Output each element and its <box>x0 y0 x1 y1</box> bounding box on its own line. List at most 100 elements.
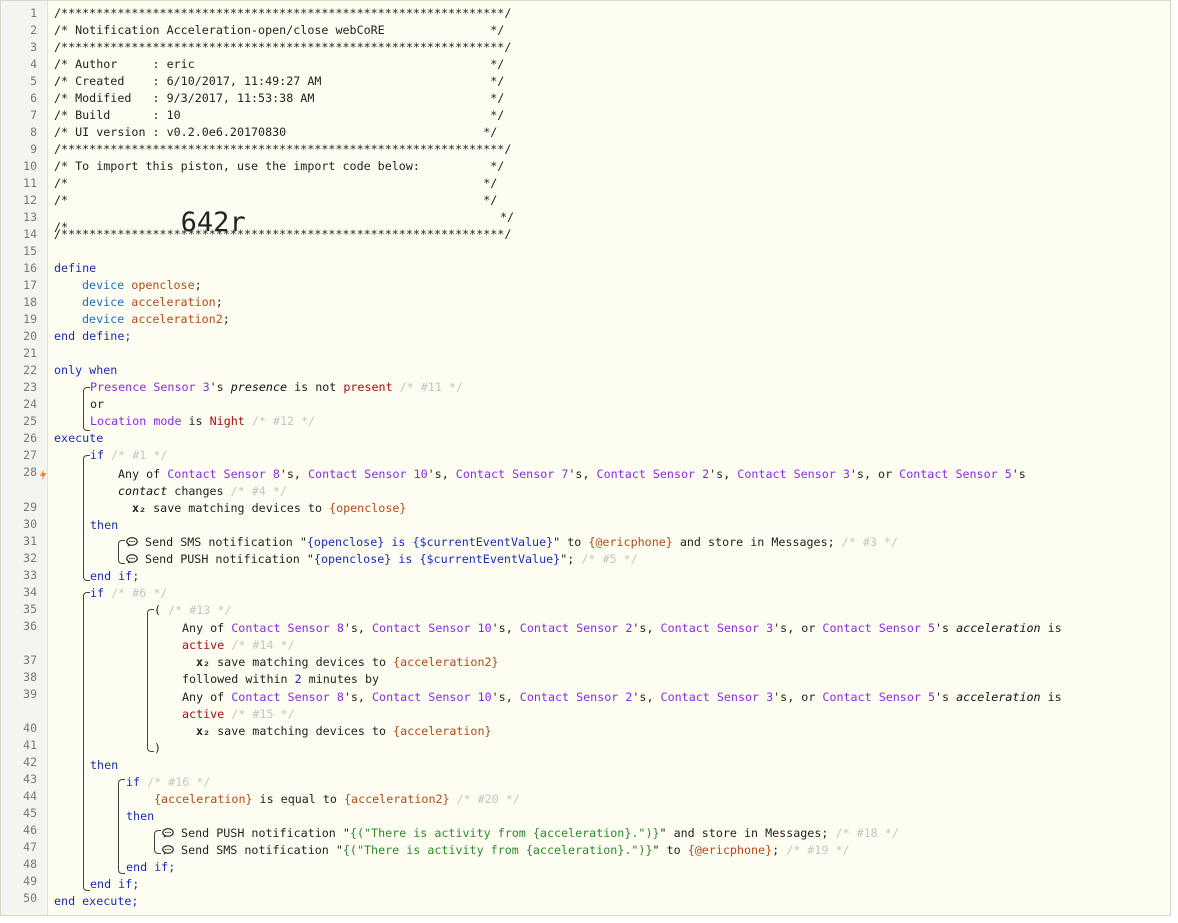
device-name[interactable]: Contact Sensor 8 <box>231 690 344 704</box>
save-matching-line: x₂ save matching devices to {acceleratio… <box>196 655 499 669</box>
task-line[interactable]: Send SMS notification "{("There is activ… <box>162 842 850 859</box>
line-number: 36 <box>23 619 37 633</box>
variable[interactable]: {acceleration2} <box>344 792 450 806</box>
device-name[interactable]: Contact Sensor 5 <box>822 621 935 635</box>
if-bracket <box>83 455 90 581</box>
code-line: device openclose; <box>82 278 202 292</box>
then-statements-bracket <box>154 830 161 854</box>
device-name[interactable]: Contact Sensor 7 <box>456 467 569 481</box>
device-name[interactable]: Contact Sensor 5 <box>899 467 1012 481</box>
author-line: /* Author : eric */ <box>54 57 505 71</box>
line-number: 9 <box>30 142 37 156</box>
code-line: /* Modified : 9/3/2017, 11:53:38 AM */ <box>54 90 504 107</box>
line-number: 16 <box>23 261 37 275</box>
line-number: 39 <box>23 687 37 701</box>
device-name[interactable]: Contact Sensor 10 <box>372 621 492 635</box>
device-name[interactable]: Contact Sensor 3 <box>737 467 850 481</box>
task-line[interactable]: Send PUSH notification "{openclose} is {… <box>126 551 638 568</box>
device-keyword: device <box>82 278 125 292</box>
then-keyword: then <box>90 518 119 532</box>
variable[interactable]: {acceleration2} <box>393 655 499 669</box>
condition-line[interactable]: Any of Contact Sensor 8's, Contact Senso… <box>182 689 1062 706</box>
restriction-condition[interactable]: Location mode is Night /* #12 */ <box>90 413 315 430</box>
trigger-condition-cont: contact changes /* #4 */ <box>118 484 287 498</box>
code-line: /* Author : eric */ <box>54 56 504 73</box>
then-keyword: then <box>126 809 155 823</box>
group-open[interactable]: ( /* #13 */ <box>154 602 231 619</box>
line-number: 11 <box>23 176 37 190</box>
device-name[interactable]: Contact Sensor 3 <box>661 690 774 704</box>
then-statements-bracket <box>118 540 125 564</box>
line-number: 45 <box>23 806 37 820</box>
save-matching-icon: x₂ <box>132 501 147 515</box>
device-name[interactable]: Contact Sensor 8 <box>167 467 280 481</box>
device-name[interactable]: Contact Sensor 3 <box>661 621 774 635</box>
task-line[interactable]: Send PUSH notification "{("There is acti… <box>162 825 899 842</box>
variable[interactable]: {openclose} <box>329 501 406 515</box>
variable[interactable]: {acceleration} <box>393 724 492 738</box>
line-number: 44 <box>23 789 37 803</box>
code-line: then <box>126 808 154 825</box>
if-keyword[interactable]: if <box>90 448 104 462</box>
device-name[interactable]: Contact Sensor 2 <box>597 467 710 481</box>
modified-line: /* Modified : 9/3/2017, 11:53:38 AM */ <box>54 91 505 105</box>
line-number: 6 <box>30 91 37 105</box>
device-variable-openclose[interactable]: openclose <box>131 278 194 292</box>
end-define-keyword: end define; <box>54 329 132 343</box>
line-number: 37 <box>23 653 37 667</box>
device-variable-acceleration[interactable]: acceleration <box>131 295 215 309</box>
condition-line[interactable]: {acceleration} is equal to {acceleration… <box>154 791 520 808</box>
line-number: 49 <box>23 874 37 888</box>
statement-comment: /* #3 */ <box>841 535 898 549</box>
line-number: 13 <box>23 210 37 224</box>
value: active <box>182 707 225 721</box>
code-line: /***************************************… <box>54 141 511 158</box>
followed-by-line[interactable]: followed within 2 minutes by <box>182 671 379 688</box>
device-name[interactable]: Contact Sensor 5 <box>822 690 935 704</box>
code-line: /* Build : 10 */ <box>54 107 504 124</box>
attribute-name: presence <box>230 380 288 394</box>
code-editor[interactable]: 1 2 3 4 5 6 7 8 9 10 11 12 13 14 15 16 17 18 19 20 21 22 23 24 2… <box>0 0 1171 916</box>
device-name[interactable]: Contact Sensor 2 <box>520 621 633 635</box>
execute-keyword: execute <box>54 431 104 445</box>
location-mode[interactable]: Location mode <box>90 414 181 428</box>
statement-comment: /* #20 */ <box>456 792 520 806</box>
device-name[interactable]: Contact Sensor 10 <box>308 467 428 481</box>
condition-line[interactable]: Any of Contact Sensor 8's, Contact Senso… <box>182 620 1062 637</box>
header-stars: /***************************************… <box>54 6 512 20</box>
variable[interactable]: {@ericphone} <box>588 535 672 549</box>
task-line[interactable]: Send SMS notification "{openclose} is {$… <box>126 534 898 551</box>
trigger-condition[interactable]: Any of Contact Sensor 8's, Contact Senso… <box>118 466 1026 483</box>
line-number: 22 <box>23 363 37 377</box>
statement-comment: /* #1 */ <box>111 448 168 462</box>
device-name[interactable]: Contact Sensor 10 <box>372 690 492 704</box>
line-number: 25 <box>23 414 37 428</box>
statement-comment: /* #15 */ <box>231 707 295 721</box>
statement-comment: /* #13 */ <box>168 603 232 617</box>
line-number-gutter: 1 2 3 4 5 6 7 8 9 10 11 12 13 14 15 16 17 18 19 20 21 22 23 24 2… <box>1 1 48 915</box>
message-expression: {("There is activity from {acceleration}… <box>342 843 653 857</box>
line-number: 29 <box>23 500 37 514</box>
device-variable-acceleration2[interactable]: acceleration2 <box>131 312 222 326</box>
line-number: 5 <box>30 74 37 88</box>
device-name[interactable]: Contact Sensor 8 <box>231 621 344 635</box>
line-number: 38 <box>23 670 37 684</box>
if-keyword[interactable]: if <box>126 775 140 789</box>
code-line: /* */ <box>54 192 497 209</box>
group-bracket <box>147 609 154 752</box>
code-line: execute <box>54 430 103 447</box>
or-operator[interactable]: or <box>90 397 104 411</box>
variable[interactable]: {acceleration} <box>154 792 253 806</box>
if-keyword[interactable]: if <box>90 586 104 600</box>
line-number: 7 <box>30 108 37 122</box>
variable[interactable]: {@ericphone} <box>688 843 772 857</box>
save-matching-icon: x₂ <box>196 724 211 738</box>
device-name[interactable]: Presence Sensor 3 <box>90 380 210 394</box>
speech-bubble-icon <box>126 554 138 564</box>
code-line: end if; <box>126 859 175 876</box>
line-number: 19 <box>23 312 37 326</box>
lightning-bolt-icon <box>39 466 47 483</box>
device-name[interactable]: Contact Sensor 2 <box>520 690 633 704</box>
build-line: /* Build : 10 */ <box>54 108 505 122</box>
restriction-condition[interactable]: Presence Sensor 3's presence is not pres… <box>90 379 463 396</box>
